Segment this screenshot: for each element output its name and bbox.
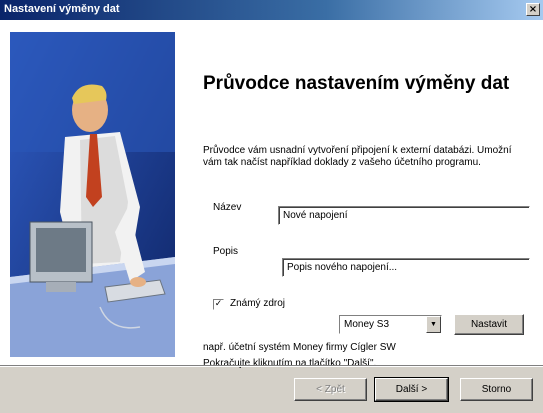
description-label: Popis [213, 246, 239, 257]
cancel-button[interactable]: Storno [460, 378, 533, 401]
close-icon[interactable]: × [526, 3, 540, 16]
name-field[interactable]: Nové napojení [278, 206, 530, 225]
name-label: Název [213, 202, 242, 213]
hint-line-2: Pokračujte kliknutím na tlačítko "Další"… [203, 358, 377, 369]
known-source-checkbox[interactable]: ✓ [213, 299, 224, 310]
wizard-page: Průvodce nastavením výměny dat Průvodce … [0, 20, 543, 369]
hint-line-1: např. účetní systém Money firmy Cígler S… [203, 342, 396, 353]
back-button[interactable]: < Zpět [294, 378, 367, 401]
wizard-illustration [10, 32, 175, 357]
next-button[interactable]: Další > [374, 377, 449, 402]
source-select-value: Money S3 [344, 319, 390, 330]
man-at-computer-illustration [10, 32, 175, 357]
wizard-heading: Průvodce nastavením výměny dat [203, 73, 510, 94]
settings-button[interactable]: Nastavit [454, 314, 524, 335]
footer-divider-highlight [0, 366, 543, 367]
known-source-label: Známý zdroj [230, 298, 286, 309]
wizard-intro-text: Průvodce vám usnadní vytvoření připojení… [203, 145, 512, 168]
window-title: Nastavení výměny dat [4, 3, 120, 15]
title-bar: Nastavení výměny dat × [0, 0, 543, 20]
chevron-down-icon[interactable]: ▼ [426, 316, 441, 333]
description-field[interactable]: Popis nového napojení... [282, 258, 530, 277]
source-select[interactable]: Money S3 ▼ [339, 315, 442, 334]
